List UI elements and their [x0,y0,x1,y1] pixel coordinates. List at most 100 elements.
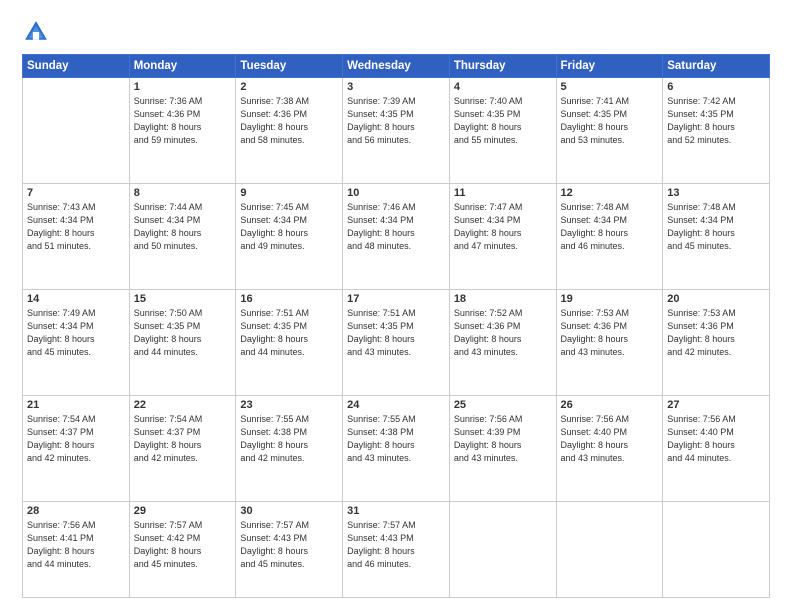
day-info: Sunrise: 7:57 AM Sunset: 4:43 PM Dayligh… [240,519,338,571]
calendar-cell [23,78,130,184]
day-number: 20 [667,293,765,305]
day-number: 31 [347,505,445,517]
day-info: Sunrise: 7:50 AM Sunset: 4:35 PM Dayligh… [134,307,232,359]
header [22,18,770,46]
calendar-cell: 27 Sunrise: 7:56 AM Sunset: 4:40 PM Dayli… [663,395,770,501]
calendar-week-row: 14 Sunrise: 7:49 AM Sunset: 4:34 PM Dayli… [23,289,770,395]
day-info: Sunrise: 7:42 AM Sunset: 4:35 PM Dayligh… [667,95,765,147]
day-number: 30 [240,505,338,517]
calendar-cell: 5 Sunrise: 7:41 AM Sunset: 4:35 PM Daylig… [556,78,663,184]
calendar-cell: 23 Sunrise: 7:55 AM Sunset: 4:38 PM Dayli… [236,395,343,501]
page: SundayMondayTuesdayWednesdayThursdayFrid… [0,0,792,612]
calendar-cell: 9 Sunrise: 7:45 AM Sunset: 4:34 PM Daylig… [236,183,343,289]
calendar-cell: 8Sunrise: 7:44 AM Sunset: 4:34 PM Daylig… [129,183,236,289]
calendar-cell [663,501,770,597]
calendar-cell: 30 Sunrise: 7:57 AM Sunset: 4:43 PM Dayli… [236,501,343,597]
weekday-header-sunday: Sunday [23,55,130,78]
day-number: 17 [347,293,445,305]
day-number: 5 [561,81,659,93]
day-info: Sunrise: 7:53 AM Sunset: 4:36 PM Dayligh… [561,307,659,359]
day-number: 1 [134,81,232,93]
day-number: 9 [240,187,338,199]
day-info: Sunrise: 7:45 AM Sunset: 4:34 PM Dayligh… [240,201,338,253]
day-info: Sunrise: 7:55 AM Sunset: 4:38 PM Dayligh… [240,413,338,465]
calendar-cell: 20 Sunrise: 7:53 AM Sunset: 4:36 PM Dayli… [663,289,770,395]
day-number: 29 [134,505,232,517]
day-info: Sunrise: 7:48 AM Sunset: 4:34 PM Dayligh… [667,201,765,253]
day-number: 19 [561,293,659,305]
logo-icon [22,18,50,46]
day-number: 28 [27,505,125,517]
calendar-cell: 25 Sunrise: 7:56 AM Sunset: 4:39 PM Dayli… [449,395,556,501]
day-number: 27 [667,399,765,411]
day-number: 3 [347,81,445,93]
calendar-table: SundayMondayTuesdayWednesdayThursdayFrid… [22,54,770,598]
calendar-week-row: 21Sunrise: 7:54 AM Sunset: 4:37 PM Dayli… [23,395,770,501]
day-info: Sunrise: 7:56 AM Sunset: 4:40 PM Dayligh… [667,413,765,465]
day-info: Sunrise: 7:52 AM Sunset: 4:36 PM Dayligh… [454,307,552,359]
weekday-header-row: SundayMondayTuesdayWednesdayThursdayFrid… [23,55,770,78]
day-info: Sunrise: 7:54 AM Sunset: 4:37 PM Dayligh… [27,413,125,465]
day-number: 23 [240,399,338,411]
calendar-cell: 11 Sunrise: 7:47 AM Sunset: 4:34 PM Dayli… [449,183,556,289]
calendar-week-row: 28 Sunrise: 7:56 AM Sunset: 4:41 PM Dayli… [23,501,770,597]
day-info: Sunrise: 7:54 AM Sunset: 4:37 PM Dayligh… [134,413,232,465]
day-number: 13 [667,187,765,199]
calendar-cell: 19 Sunrise: 7:53 AM Sunset: 4:36 PM Dayli… [556,289,663,395]
day-info: Sunrise: 7:57 AM Sunset: 4:43 PM Dayligh… [347,519,445,571]
calendar-cell: 26Sunrise: 7:56 AM Sunset: 4:40 PM Dayli… [556,395,663,501]
calendar-cell [556,501,663,597]
day-number: 6 [667,81,765,93]
day-info: Sunrise: 7:56 AM Sunset: 4:41 PM Dayligh… [27,519,125,571]
weekday-header-tuesday: Tuesday [236,55,343,78]
day-info: Sunrise: 7:53 AM Sunset: 4:36 PM Dayligh… [667,307,765,359]
day-info: Sunrise: 7:41 AM Sunset: 4:35 PM Dayligh… [561,95,659,147]
calendar-cell: 15Sunrise: 7:50 AM Sunset: 4:35 PM Dayli… [129,289,236,395]
day-info: Sunrise: 7:40 AM Sunset: 4:35 PM Dayligh… [454,95,552,147]
calendar-cell [449,501,556,597]
weekday-header-saturday: Saturday [663,55,770,78]
day-number: 14 [27,293,125,305]
calendar-cell: 13 Sunrise: 7:48 AM Sunset: 4:34 PM Dayli… [663,183,770,289]
day-number: 11 [454,187,552,199]
day-number: 7 [27,187,125,199]
day-info: Sunrise: 7:36 AM Sunset: 4:36 PM Dayligh… [134,95,232,147]
day-info: Sunrise: 7:57 AM Sunset: 4:42 PM Dayligh… [134,519,232,571]
calendar-cell: 18Sunrise: 7:52 AM Sunset: 4:36 PM Dayli… [449,289,556,395]
calendar-cell: 24Sunrise: 7:55 AM Sunset: 4:38 PM Dayli… [343,395,450,501]
day-info: Sunrise: 7:39 AM Sunset: 4:35 PM Dayligh… [347,95,445,147]
day-info: Sunrise: 7:55 AM Sunset: 4:38 PM Dayligh… [347,413,445,465]
calendar-cell: 1 Sunrise: 7:36 AM Sunset: 4:36 PM Daylig… [129,78,236,184]
calendar-cell: 7 Sunrise: 7:43 AM Sunset: 4:34 PM Daylig… [23,183,130,289]
calendar-cell: 22 Sunrise: 7:54 AM Sunset: 4:37 PM Dayli… [129,395,236,501]
day-number: 4 [454,81,552,93]
calendar-cell: 17 Sunrise: 7:51 AM Sunset: 4:35 PM Dayli… [343,289,450,395]
day-info: Sunrise: 7:51 AM Sunset: 4:35 PM Dayligh… [240,307,338,359]
calendar-cell: 3 Sunrise: 7:39 AM Sunset: 4:35 PM Daylig… [343,78,450,184]
day-number: 10 [347,187,445,199]
calendar-cell: 29 Sunrise: 7:57 AM Sunset: 4:42 PM Dayli… [129,501,236,597]
day-info: Sunrise: 7:56 AM Sunset: 4:39 PM Dayligh… [454,413,552,465]
calendar-week-row: 1 Sunrise: 7:36 AM Sunset: 4:36 PM Daylig… [23,78,770,184]
weekday-header-wednesday: Wednesday [343,55,450,78]
day-info: Sunrise: 7:47 AM Sunset: 4:34 PM Dayligh… [454,201,552,253]
day-number: 12 [561,187,659,199]
day-info: Sunrise: 7:51 AM Sunset: 4:35 PM Dayligh… [347,307,445,359]
day-info: Sunrise: 7:49 AM Sunset: 4:34 PM Dayligh… [27,307,125,359]
day-number: 25 [454,399,552,411]
calendar-cell: 14 Sunrise: 7:49 AM Sunset: 4:34 PM Dayli… [23,289,130,395]
weekday-header-friday: Friday [556,55,663,78]
day-info: Sunrise: 7:46 AM Sunset: 4:34 PM Dayligh… [347,201,445,253]
calendar-cell: 12 Sunrise: 7:48 AM Sunset: 4:34 PM Dayli… [556,183,663,289]
calendar-cell: 10 Sunrise: 7:46 AM Sunset: 4:34 PM Dayli… [343,183,450,289]
calendar-cell: 6 Sunrise: 7:42 AM Sunset: 4:35 PM Daylig… [663,78,770,184]
day-info: Sunrise: 7:48 AM Sunset: 4:34 PM Dayligh… [561,201,659,253]
day-info: Sunrise: 7:56 AM Sunset: 4:40 PM Dayligh… [561,413,659,465]
calendar-cell: 4 Sunrise: 7:40 AM Sunset: 4:35 PM Daylig… [449,78,556,184]
day-info: Sunrise: 7:43 AM Sunset: 4:34 PM Dayligh… [27,201,125,253]
day-number: 8 [134,187,232,199]
day-number: 2 [240,81,338,93]
calendar-cell: 2Sunrise: 7:38 AM Sunset: 4:36 PM Daylig… [236,78,343,184]
calendar-week-row: 7 Sunrise: 7:43 AM Sunset: 4:34 PM Daylig… [23,183,770,289]
day-number: 22 [134,399,232,411]
